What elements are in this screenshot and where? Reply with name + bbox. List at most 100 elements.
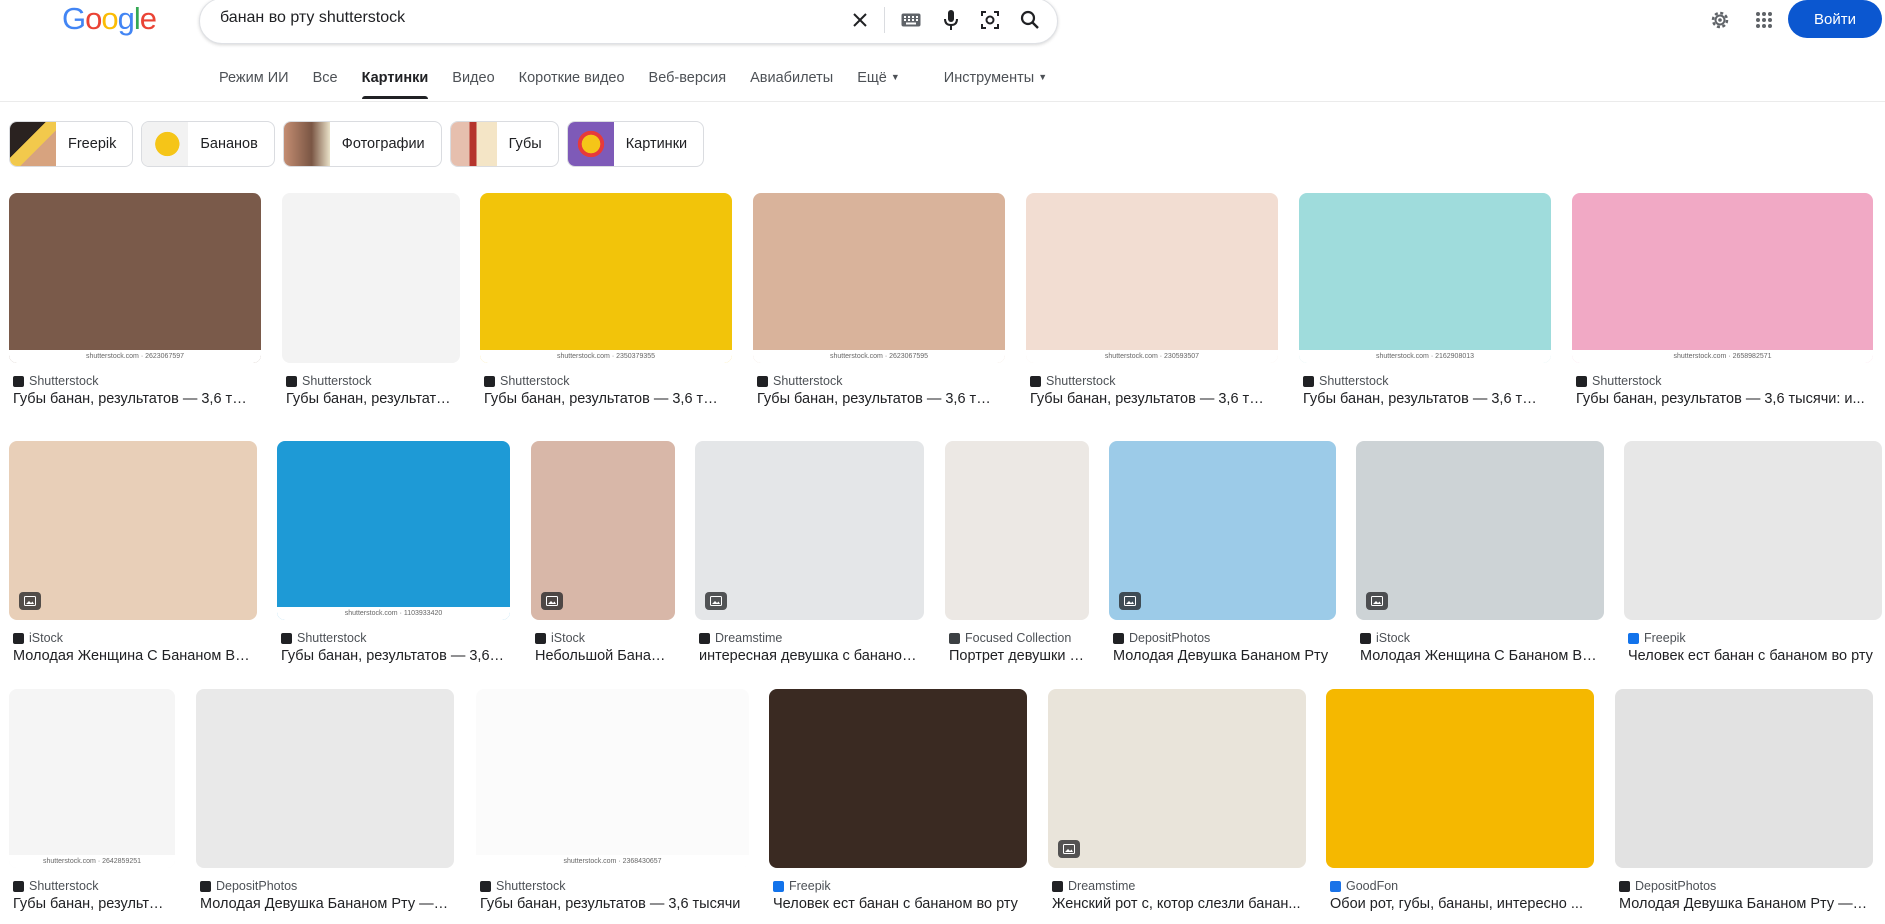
result-source[interactable]: Dreamstime [1052, 879, 1135, 893]
image-result-card[interactable]: DepositPhotos Молодая Девушка Бананом Рту [1109, 441, 1336, 676]
result-source[interactable]: Shutterstock [1576, 374, 1661, 388]
tab-all[interactable]: Все [313, 70, 338, 98]
result-title[interactable]: Небольшой Банан Во Рту [535, 648, 671, 664]
result-title[interactable]: Обои рот, губы, бананы, интересно ... [1330, 896, 1590, 912]
chip-freepik[interactable]: Freepik [9, 121, 134, 167]
signin-button[interactable]: Войти [1788, 0, 1882, 38]
tab-videos[interactable]: Видео [452, 70, 494, 98]
image-result-card[interactable]: shutterstock.com · 2350379355 Shutterstoc… [480, 193, 732, 419]
chip-pictures[interactable]: Картинки [566, 121, 705, 167]
chip-photos[interactable]: Фотографии [282, 121, 442, 167]
image-result-card[interactable]: shutterstock.com · 2642859251 Shutterstoc… [9, 689, 175, 924]
tab-ai-mode[interactable]: Режим ИИ [219, 70, 289, 98]
result-thumbnail[interactable]: shutterstock.com · 2623067595 [753, 193, 1005, 363]
result-thumbnail[interactable] [196, 689, 454, 868]
tab-web[interactable]: Веб-версия [649, 70, 727, 98]
keyboard-icon[interactable] [897, 6, 925, 34]
result-source[interactable]: DepositPhotos [200, 879, 297, 893]
tab-flights[interactable]: Авиабилеты [750, 70, 833, 98]
result-title[interactable]: Молодая Девушка Бананом Рту — Стоковое [200, 896, 450, 912]
result-source[interactable]: Shutterstock [757, 374, 842, 388]
result-source[interactable]: iStock [535, 631, 585, 645]
search-icon[interactable] [1016, 6, 1044, 34]
image-result-card[interactable]: Dreamstime Женский рот с, котор слезли ба… [1048, 689, 1306, 924]
result-source[interactable]: Freepik [1628, 631, 1686, 645]
result-title[interactable]: Человек ест банан с бананом во рту [773, 896, 1023, 912]
lens-icon[interactable] [976, 6, 1004, 34]
result-title[interactable]: Человек ест банан с бананом во рту [1628, 648, 1878, 664]
search-box[interactable]: банан во рту shutterstock [199, 0, 1058, 44]
result-source[interactable]: Shutterstock [286, 374, 371, 388]
result-thumbnail[interactable] [1048, 689, 1306, 868]
result-title[interactable]: Губы банан, результатов — 3,6 тысячи [13, 896, 171, 912]
result-source[interactable]: Shutterstock [281, 631, 366, 645]
result-thumbnail[interactable] [945, 441, 1089, 620]
result-source[interactable]: DepositPhotos [1113, 631, 1210, 645]
result-source[interactable]: Freepik [773, 879, 831, 893]
image-result-card[interactable]: shutterstock.com · 2368430657 Shutterstoc… [476, 689, 749, 924]
apps-grid-icon[interactable] [1750, 6, 1778, 34]
tab-images[interactable]: Картинки [361, 70, 428, 99]
tools-button[interactable]: Инструменты ▼ [944, 70, 1047, 98]
clear-icon[interactable] [846, 6, 874, 34]
result-source[interactable]: Shutterstock [480, 879, 565, 893]
chip-bananas[interactable]: Бананов [141, 121, 275, 167]
result-title[interactable]: Губы банан, результатов — 3,6 тысячи [1030, 391, 1274, 407]
result-thumbnail[interactable] [695, 441, 924, 620]
result-thumbnail[interactable]: shutterstock.com · 2658982571 [1572, 193, 1873, 363]
image-result-card[interactable]: shutterstock.com · 2162908013 Shutterstoc… [1299, 193, 1551, 419]
result-thumbnail[interactable] [282, 193, 460, 363]
image-result-card[interactable]: Shutterstock Губы банан, результатов — 3,… [282, 193, 460, 419]
result-title[interactable]: Губы банан, результатов — 3,6 тысячи [757, 391, 1001, 407]
result-title[interactable]: Губы банан, результатов — 3,6 тысячи [484, 391, 728, 407]
chip-lips[interactable]: Губы [449, 121, 559, 167]
image-result-card[interactable]: DepositPhotos Молодая Девушка Бананом Рту… [196, 689, 454, 924]
image-result-card[interactable]: iStock Небольшой Банан Во Рту [531, 441, 675, 676]
tab-more[interactable]: Ещё ▼ [857, 70, 900, 98]
result-source[interactable]: GoodFon [1330, 879, 1398, 893]
result-thumbnail[interactable] [1109, 441, 1336, 620]
result-thumbnail[interactable]: shutterstock.com · 2350379355 [480, 193, 732, 363]
image-result-card[interactable]: Dreamstime интересная девушка с бананом в… [695, 441, 924, 676]
result-title[interactable]: Женский рот с, котор слезли банан... [1052, 896, 1302, 912]
image-result-card[interactable]: GoodFon Обои рот, губы, бананы, интересно… [1326, 689, 1594, 924]
image-result-card[interactable]: Focused Collection Портрет девушки с бана… [945, 441, 1089, 676]
result-thumbnail[interactable] [1615, 689, 1873, 868]
image-result-card[interactable]: shutterstock.com · 2623067597 Shutterstoc… [9, 193, 261, 419]
result-source[interactable]: iStock [1360, 631, 1410, 645]
search-input[interactable]: банан во рту shutterstock [220, 9, 405, 27]
image-result-card[interactable]: shutterstock.com · 2623067595 Shutterstoc… [753, 193, 1005, 419]
result-title[interactable]: Губы банан, результатов — 3,6 тысячи: и.… [1576, 391, 1869, 407]
result-source[interactable]: iStock [13, 631, 63, 645]
result-title[interactable]: Молодая Девушка Бананом Рту — Стоковое [1619, 896, 1869, 912]
result-thumbnail[interactable]: shutterstock.com · 2642859251 [9, 689, 175, 868]
result-title[interactable]: Губы банан, результатов — 3,6 тысячи [286, 391, 456, 407]
result-title[interactable]: Молодая Женщина С Бананом Во Рту [13, 648, 253, 664]
image-result-card[interactable]: iStock Молодая Женщина С Бананом Во Рту [9, 441, 257, 676]
result-thumbnail[interactable]: shutterstock.com · 2623067597 [9, 193, 261, 363]
result-source[interactable]: Dreamstime [699, 631, 782, 645]
result-source[interactable]: Shutterstock [13, 374, 98, 388]
image-result-card[interactable]: Freepik Человек ест банан с бананом во рт… [769, 689, 1027, 924]
google-logo[interactable]: Google [62, 2, 157, 36]
image-result-card[interactable]: Freepik Человек ест банан с бананом во рт… [1624, 441, 1882, 676]
result-thumbnail[interactable] [1624, 441, 1882, 620]
result-title[interactable]: Молодая Девушка Бананом Рту [1113, 648, 1332, 664]
result-source[interactable]: Focused Collection [949, 631, 1071, 645]
microphone-icon[interactable] [937, 6, 965, 34]
result-title[interactable]: Губы банан, результатов — 3,6 тысячи [13, 391, 257, 407]
result-title[interactable]: интересная девушка с бананом во рту [699, 648, 920, 664]
result-thumbnail[interactable] [769, 689, 1027, 868]
settings-gear-icon[interactable] [1706, 6, 1734, 34]
result-title[interactable]: Губы банан, результатов — 3,6 тысячи [480, 896, 745, 912]
result-source[interactable]: Shutterstock [13, 879, 98, 893]
result-title[interactable]: Губы банан, результатов — 3,6 тысячи [281, 648, 506, 664]
result-title[interactable]: Губы банан, результатов — 3,6 тысячи [1303, 391, 1547, 407]
image-result-card[interactable]: DepositPhotos Молодая Девушка Бананом Рту… [1615, 689, 1873, 924]
result-thumbnail[interactable] [1326, 689, 1594, 868]
result-thumbnail[interactable] [9, 441, 257, 620]
image-result-card[interactable]: shutterstock.com · 1103933420 Shutterstoc… [277, 441, 510, 676]
image-result-card[interactable]: shutterstock.com · 230593507 Shutterstock… [1026, 193, 1278, 419]
result-source[interactable]: DepositPhotos [1619, 879, 1716, 893]
result-source[interactable]: Shutterstock [1303, 374, 1388, 388]
